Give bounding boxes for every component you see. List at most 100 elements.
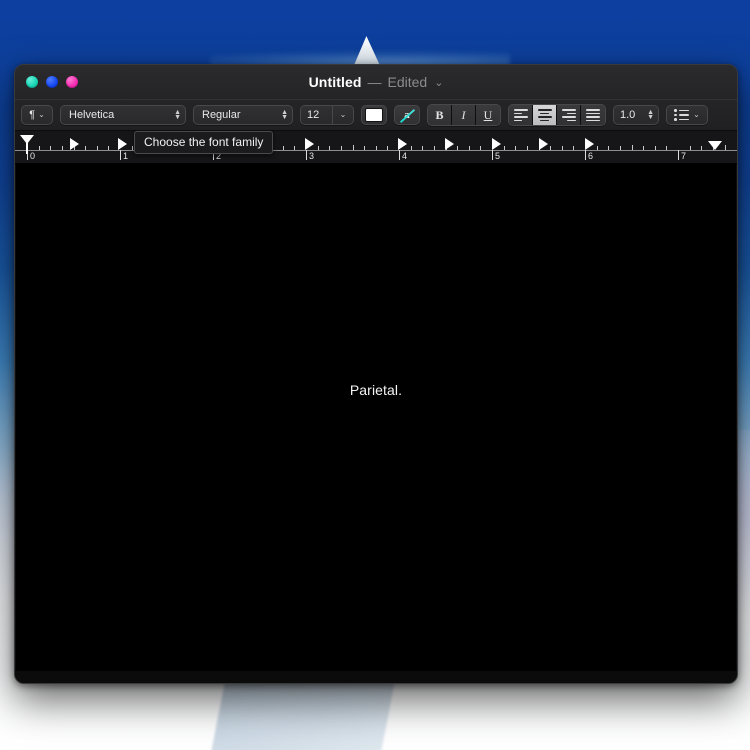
align-right-button[interactable]: [557, 105, 581, 125]
ruler-minor-tick: [282, 146, 284, 150]
ruler-minor-tick: [573, 146, 575, 150]
color-swatch-icon: [365, 108, 383, 122]
alignment-group: [508, 104, 606, 126]
underline-button[interactable]: U: [476, 105, 500, 125]
ruler-minor-tick: [387, 146, 389, 150]
ruler-number: 5: [495, 151, 501, 161]
ruler-minor-tick: [550, 146, 552, 150]
highlight-pen-icon: a: [399, 108, 416, 124]
ruler-minor-tick: [433, 146, 435, 150]
ruler-minor-tick: [38, 146, 40, 150]
chevron-down-icon: ⌄: [38, 110, 45, 119]
align-justify-icon: [586, 109, 600, 121]
ruler-minor-tick: [503, 146, 505, 150]
minimize-button-icon[interactable]: [46, 76, 58, 88]
tab-stop-marker-icon[interactable]: [70, 138, 79, 150]
align-left-icon: [513, 109, 528, 121]
close-button-icon[interactable]: [26, 76, 38, 88]
document-page[interactable]: Parietal.: [15, 164, 737, 671]
ruler-minor-tick: [526, 146, 528, 150]
text-color-button[interactable]: [361, 105, 387, 125]
font-size-value: 12: [307, 109, 320, 121]
align-left-button[interactable]: [509, 105, 533, 125]
stepper-icon: ▲ ▼: [281, 109, 288, 121]
tab-stop-marker-icon[interactable]: [585, 138, 594, 150]
ruler-minor-tick: [619, 146, 621, 150]
ruler-number: 3: [309, 151, 315, 161]
document-scroll-area[interactable]: Parietal.: [15, 164, 737, 671]
chevron-down-icon: ⌄: [339, 110, 347, 119]
stepper-icon: ▲ ▼: [647, 109, 654, 121]
align-right-icon: [561, 109, 576, 121]
ruler-minor-tick: [85, 146, 87, 150]
italic-icon: I: [461, 107, 466, 122]
list-style-button[interactable]: ⌄: [666, 105, 708, 125]
font-family-select[interactable]: Helvetica ▲ ▼: [60, 105, 186, 125]
ruler-number: 0: [30, 151, 36, 161]
document-body-text[interactable]: Parietal.: [16, 382, 736, 398]
ruler-minor-tick: [724, 145, 726, 150]
font-family-value: Helvetica: [69, 109, 115, 121]
title-separator: —: [367, 74, 382, 90]
align-center-icon: [537, 109, 552, 121]
document-ruler[interactable]: 01234567 Choose the font family: [15, 131, 737, 164]
ruler-minor-tick: [375, 146, 377, 150]
ruler-minor-tick: [317, 146, 319, 150]
ruler-major-tick: [306, 150, 307, 160]
ruler-major-tick: [399, 150, 400, 160]
align-justify-button[interactable]: [581, 105, 605, 125]
font-size-dropdown-button[interactable]: ⌄: [332, 105, 354, 125]
right-indent-marker-icon[interactable]: [708, 141, 722, 150]
align-center-button[interactable]: [533, 105, 557, 125]
document-status: Edited: [387, 74, 428, 90]
font-size-group: 12 ⌄: [300, 105, 354, 125]
left-indent-stem: [26, 142, 28, 154]
ruler-minor-tick: [468, 146, 470, 150]
italic-button[interactable]: I: [452, 105, 476, 125]
chevron-down-icon[interactable]: ⌄: [434, 76, 443, 89]
ruler-minor-tick: [96, 146, 98, 150]
tab-stop-marker-icon[interactable]: [398, 138, 407, 150]
ruler-minor-tick: [561, 146, 563, 150]
zoom-button-icon[interactable]: [66, 76, 78, 88]
ruler-minor-tick: [515, 146, 517, 150]
document-title: Untitled: [308, 74, 362, 90]
bulleted-list-icon: [674, 109, 690, 121]
tab-stop-marker-icon[interactable]: [539, 138, 548, 150]
window-controls: [15, 76, 78, 88]
underline-icon: U: [483, 107, 493, 122]
textedit-window: Untitled — Edited ⌄ ¶ ⌄ Helvetica ▲ ▼ Reg…: [14, 64, 738, 684]
ruler-minor-tick: [643, 146, 645, 150]
paragraph-style-button[interactable]: ¶ ⌄: [21, 105, 53, 125]
ruler-minor-tick: [61, 146, 63, 150]
stepper-icon: ▲ ▼: [174, 109, 181, 121]
bold-button[interactable]: B: [428, 105, 452, 125]
text-highlight-button[interactable]: a: [394, 105, 420, 125]
text-format-group: B I U: [427, 104, 501, 126]
ruler-minor-tick: [329, 146, 331, 150]
ruler-minor-tick: [294, 146, 296, 150]
tab-stop-marker-icon[interactable]: [118, 138, 127, 150]
ruler-minor-tick: [480, 146, 482, 150]
ruler-number: 6: [588, 151, 594, 161]
tab-stop-marker-icon[interactable]: [492, 138, 501, 150]
ruler-minor-tick: [364, 146, 366, 150]
window-title-group: Untitled — Edited ⌄: [15, 65, 737, 99]
ruler-minor-tick: [50, 146, 52, 150]
line-spacing-stepper[interactable]: 1.0 ▲ ▼: [613, 105, 659, 125]
ruler-major-tick: [678, 150, 679, 160]
tab-stop-marker-icon[interactable]: [445, 138, 454, 150]
window-bottom-bar: [15, 671, 737, 683]
ruler-minor-tick: [689, 146, 691, 150]
ruler-minor-tick: [666, 146, 668, 150]
font-style-select[interactable]: Regular ▲ ▼: [193, 105, 293, 125]
ruler-major-tick: [120, 150, 121, 160]
tooltip: Choose the font family: [134, 131, 274, 154]
ruler-minor-tick: [631, 145, 633, 150]
ruler-minor-tick: [340, 146, 342, 150]
line-spacing-value: 1.0: [620, 109, 636, 121]
ruler-minor-tick: [108, 146, 110, 150]
font-size-input[interactable]: 12: [300, 105, 332, 125]
tab-stop-marker-icon[interactable]: [305, 138, 314, 150]
desktop-background: Untitled — Edited ⌄ ¶ ⌄ Helvetica ▲ ▼ Reg…: [0, 0, 750, 750]
